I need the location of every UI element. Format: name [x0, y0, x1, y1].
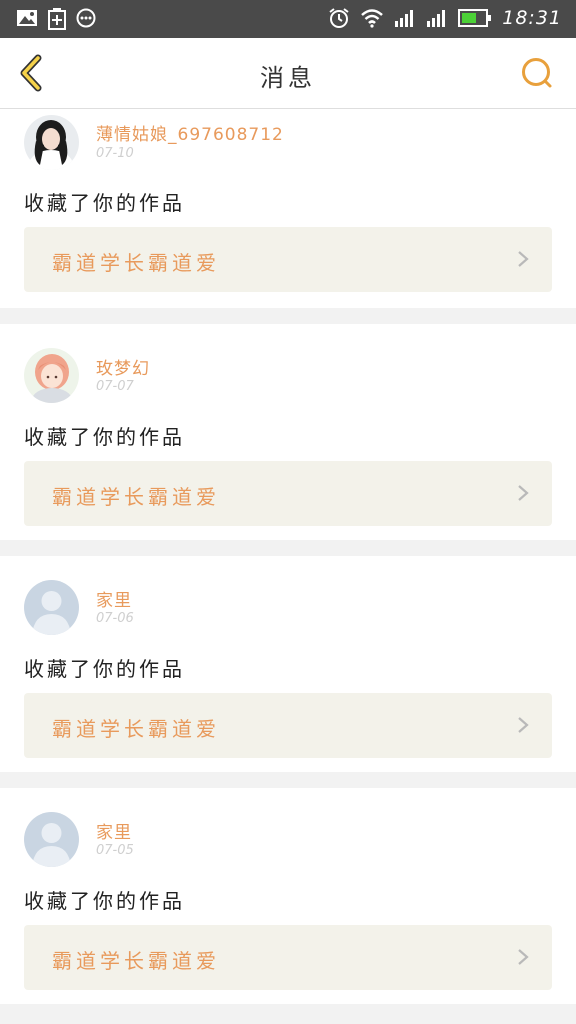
status-bar: 18:31 [0, 0, 576, 38]
avatar[interactable] [24, 348, 79, 403]
status-time: 18:31 [502, 7, 562, 29]
signal-icon [395, 10, 414, 27]
message-date: 07-06 [96, 611, 134, 626]
message-card: 薄情姑娘_697608712 07-10 收藏了你的作品 霸道学长霸道爱 [0, 109, 576, 308]
signal-icon [427, 10, 446, 27]
search-icon[interactable] [520, 56, 554, 90]
work-title: 霸道学长霸道爱 [52, 251, 220, 275]
message-card: 玫梦幻 07-07 收藏了你的作品 霸道学长霸道爱 [0, 324, 576, 540]
header: 消息 [0, 38, 576, 109]
action-text: 收藏了你的作品 [24, 191, 185, 215]
work-link[interactable]: 霸道学长霸道爱 [24, 461, 552, 526]
default-avatar-image [24, 580, 79, 635]
page-title: 消息 [260, 64, 316, 92]
chevron-right-icon [518, 251, 529, 267]
username[interactable]: 玫梦幻 [96, 354, 150, 379]
photo-avatar-image [24, 115, 79, 170]
message-date: 07-10 [96, 146, 134, 161]
username[interactable]: 薄情姑娘_697608712 [96, 120, 284, 145]
clipboard-plus-icon [48, 8, 66, 30]
message-card: 家里 07-05 收藏了你的作品 霸道学长霸道爱 [0, 788, 576, 1004]
message-list: 薄情姑娘_697608712 07-10 收藏了你的作品 霸道学长霸道爱 玫梦幻… [0, 109, 576, 1020]
avatar[interactable] [24, 115, 79, 170]
anime-avatar-image [24, 348, 79, 403]
work-link[interactable]: 霸道学长霸道爱 [24, 227, 552, 292]
message-date: 07-07 [96, 379, 134, 394]
work-title: 霸道学长霸道爱 [52, 717, 220, 741]
work-title: 霸道学长霸道爱 [52, 485, 220, 509]
avatar[interactable] [24, 580, 79, 635]
chevron-right-icon [518, 485, 529, 501]
message-date: 07-05 [96, 843, 134, 858]
avatar[interactable] [24, 812, 79, 867]
action-text: 收藏了你的作品 [24, 889, 185, 913]
more-dots-icon [76, 8, 96, 28]
action-text: 收藏了你的作品 [24, 425, 185, 449]
work-link[interactable]: 霸道学长霸道爱 [24, 925, 552, 990]
chevron-right-icon [518, 949, 529, 965]
default-avatar-image [24, 812, 79, 867]
chevron-right-icon [518, 717, 529, 733]
work-title: 霸道学长霸道爱 [52, 949, 220, 973]
wifi-icon [361, 9, 384, 28]
status-left-icons [16, 8, 96, 30]
status-right-icons: 18:31 [328, 7, 562, 29]
username[interactable]: 家里 [96, 586, 132, 611]
work-link[interactable]: 霸道学长霸道爱 [24, 693, 552, 758]
battery-icon [458, 9, 492, 27]
image-icon [17, 10, 37, 26]
username[interactable]: 家里 [96, 818, 132, 843]
alarm-icon [329, 8, 349, 28]
action-text: 收藏了你的作品 [24, 657, 185, 681]
message-card: 家里 07-06 收藏了你的作品 霸道学长霸道爱 [0, 556, 576, 772]
